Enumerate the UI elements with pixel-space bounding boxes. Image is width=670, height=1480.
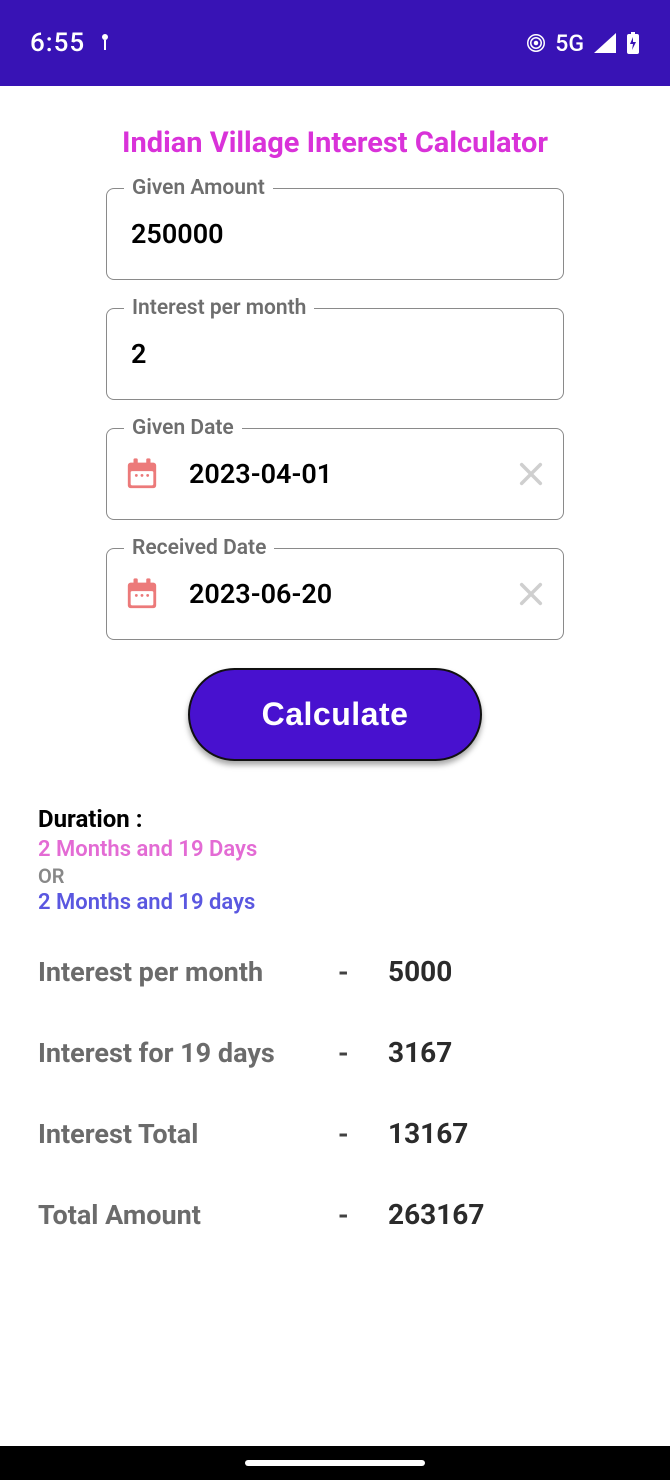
result-dash: -	[338, 1037, 388, 1069]
result-value: 5000	[388, 955, 452, 988]
calendar-icon	[125, 457, 159, 491]
status-bar: 6:55 5G	[0, 0, 670, 86]
given-amount-label: Given Amount	[124, 176, 273, 200]
interest-rate-value: 2	[131, 338, 539, 370]
result-dash: -	[338, 956, 388, 988]
result-label: Total Amount	[38, 1199, 338, 1231]
signal-icon	[594, 33, 616, 53]
calculate-button[interactable]: Calculate	[188, 668, 483, 761]
result-label: Interest for 19 days	[38, 1037, 338, 1069]
result-label: Interest per month	[38, 956, 338, 988]
hotspot-icon	[527, 34, 545, 52]
received-date-field[interactable]: Received Date 2023-06-20	[106, 548, 564, 640]
result-dash: -	[338, 1118, 388, 1150]
result-row: Interest per month - 5000	[38, 955, 632, 988]
network-label: 5G	[555, 30, 584, 57]
received-date-value: 2023-06-20	[189, 578, 517, 610]
duration-title: Duration :	[38, 805, 632, 833]
result-value: 263167	[388, 1198, 484, 1231]
clear-icon[interactable]	[517, 460, 545, 488]
result-value: 3167	[388, 1036, 452, 1069]
status-time: 6:55	[30, 28, 85, 58]
duration-line-2: 2 Months and 19 days	[38, 890, 632, 915]
given-amount-value: 250000	[131, 218, 539, 250]
result-value: 13167	[388, 1117, 468, 1150]
result-row: Total Amount - 263167	[38, 1198, 632, 1231]
given-amount-field[interactable]: Given Amount 250000	[106, 188, 564, 280]
duration-or: OR	[38, 864, 632, 888]
clear-icon[interactable]	[517, 580, 545, 608]
nav-bar	[0, 1446, 670, 1480]
results-block: Interest per month - 5000 Interest for 1…	[38, 955, 632, 1231]
interest-rate-field[interactable]: Interest per month 2	[106, 308, 564, 400]
received-date-label: Received Date	[124, 536, 274, 560]
given-date-field[interactable]: Given Date 2023-04-01	[106, 428, 564, 520]
result-row: Interest for 19 days - 3167	[38, 1036, 632, 1069]
given-date-label: Given Date	[124, 416, 242, 440]
status-misc-icon	[101, 32, 109, 54]
calendar-icon	[125, 577, 159, 611]
result-dash: -	[338, 1199, 388, 1231]
page-title: Indian Village Interest Calculator	[38, 126, 632, 160]
duration-line-1: 2 Months and 19 Days	[38, 837, 632, 862]
given-date-value: 2023-04-01	[189, 458, 517, 490]
nav-handle[interactable]	[245, 1460, 425, 1466]
result-row: Interest Total - 13167	[38, 1117, 632, 1150]
interest-rate-label: Interest per month	[124, 296, 314, 320]
battery-icon	[626, 32, 640, 54]
result-label: Interest Total	[38, 1118, 338, 1150]
